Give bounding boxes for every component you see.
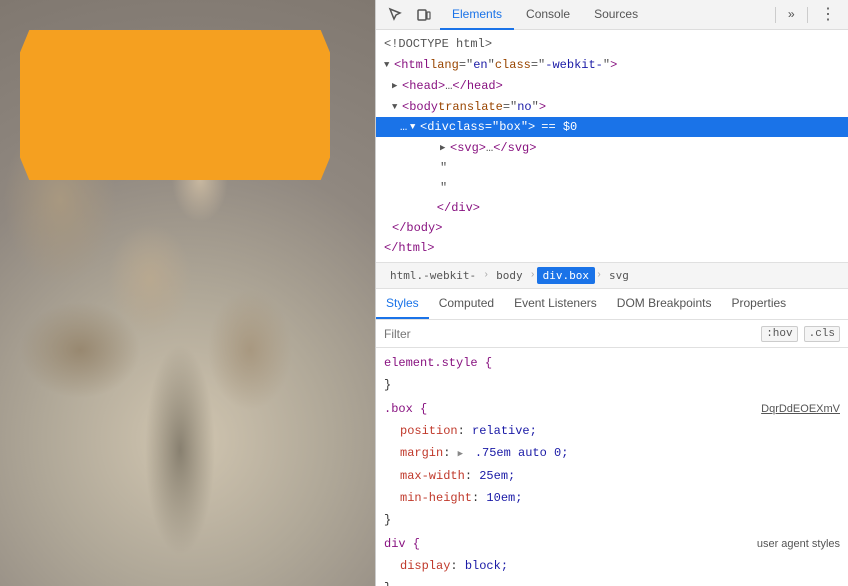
css-rules-panel: element.style { } .box { DqrDdEOEXmV pos… bbox=[376, 348, 848, 586]
selector-box[interactable]: .box { bbox=[384, 402, 427, 416]
rule-box: .box { DqrDdEOEXmV position: relative; m… bbox=[376, 398, 848, 531]
devtools-panel: Elements Console Sources » ⋮ <!DOCTYPE h… bbox=[375, 0, 848, 586]
tab-event-listeners[interactable]: Event Listeners bbox=[504, 289, 607, 319]
svg-triangle bbox=[440, 138, 450, 157]
breadcrumb-body[interactable]: body bbox=[490, 267, 529, 284]
source-user-agent: user agent styles bbox=[757, 535, 840, 553]
filter-input[interactable] bbox=[384, 327, 761, 341]
tab-sources[interactable]: Sources bbox=[582, 0, 650, 30]
selector-element-style[interactable]: element.style { bbox=[384, 356, 492, 370]
selector-div[interactable]: div { bbox=[384, 537, 420, 551]
more-tabs-icon[interactable]: » bbox=[784, 4, 799, 26]
dom-tree: <!DOCTYPE html> <html lang="en" class=" … bbox=[376, 30, 848, 263]
dom-line-close-body[interactable]: </body> bbox=[376, 218, 848, 238]
prop-position[interactable]: position bbox=[384, 424, 458, 438]
filter-actions: :hov .cls bbox=[761, 326, 840, 342]
orange-box bbox=[20, 30, 330, 180]
tab-dom-breakpoints[interactable]: DOM Breakpoints bbox=[607, 289, 722, 319]
dom-line-head[interactable]: <head>…</head> bbox=[376, 75, 848, 96]
devtools-toolbar: Elements Console Sources » ⋮ bbox=[376, 0, 848, 30]
val-display[interactable]: block; bbox=[465, 559, 508, 573]
device-toggle-icon[interactable] bbox=[412, 3, 436, 27]
prop-margin[interactable]: margin bbox=[384, 446, 443, 460]
toolbar-separator bbox=[775, 7, 776, 23]
tab-console[interactable]: Console bbox=[514, 0, 582, 30]
dom-line-svg[interactable]: <svg>…</svg> bbox=[376, 137, 848, 158]
rule-div: div { user agent styles display: block; … bbox=[376, 533, 848, 586]
val-margin[interactable]: .75em auto 0; bbox=[468, 446, 569, 460]
val-min-height[interactable]: 10em; bbox=[486, 491, 522, 505]
dom-line-close-html[interactable]: </html> bbox=[376, 238, 848, 258]
dom-line-doctype[interactable]: <!DOCTYPE html> bbox=[376, 34, 848, 54]
tab-properties[interactable]: Properties bbox=[721, 289, 796, 319]
prop-display[interactable]: display bbox=[384, 559, 450, 573]
dom-line-div-box[interactable]: … ▼ <div class="box" > == $0 bbox=[376, 117, 848, 137]
prop-max-width[interactable]: max-width bbox=[384, 469, 465, 483]
rule-element-style: element.style { } bbox=[376, 352, 848, 396]
devtools-menu-icon[interactable]: ⋮ bbox=[816, 3, 840, 27]
source-link-box[interactable]: DqrDdEOEXmV bbox=[761, 400, 840, 418]
dom-line-body[interactable]: <body translate="no" > bbox=[376, 96, 848, 117]
tab-styles[interactable]: Styles bbox=[376, 289, 429, 319]
devtools-main-tabs: Elements Console Sources bbox=[440, 0, 767, 30]
filter-bar: :hov .cls bbox=[376, 320, 848, 348]
hov-button[interactable]: :hov bbox=[761, 326, 797, 342]
toolbar-separator-2 bbox=[807, 7, 808, 23]
dom-line-html[interactable]: <html lang="en" class=" -webkit-" > bbox=[376, 54, 848, 75]
breadcrumb-html[interactable]: html.-webkit- bbox=[384, 267, 482, 284]
dom-line-text2[interactable]: " bbox=[376, 178, 848, 198]
dom-line-close-div[interactable]: </div> bbox=[376, 198, 848, 218]
head-triangle bbox=[392, 76, 402, 95]
element-picker-icon[interactable] bbox=[384, 3, 408, 27]
styles-tabs: Styles Computed Event Listeners DOM Brea… bbox=[376, 289, 848, 320]
cls-button[interactable]: .cls bbox=[804, 326, 840, 342]
margin-triangle[interactable]: ▶ bbox=[458, 445, 468, 463]
html-triangle bbox=[384, 55, 394, 74]
breadcrumb-svg[interactable]: svg bbox=[603, 267, 635, 284]
val-max-width[interactable]: 25em; bbox=[479, 469, 515, 483]
breadcrumb-divbox[interactable]: div.box bbox=[537, 267, 595, 284]
tab-elements[interactable]: Elements bbox=[440, 0, 514, 30]
filter-input-wrap bbox=[384, 327, 761, 341]
breadcrumb-bar: html.-webkit- › body › div.box › svg bbox=[376, 263, 848, 289]
prop-min-height[interactable]: min-height bbox=[384, 491, 472, 505]
webpage-preview bbox=[0, 0, 375, 586]
val-position[interactable]: relative; bbox=[472, 424, 537, 438]
tab-computed[interactable]: Computed bbox=[429, 289, 504, 319]
body-triangle bbox=[392, 97, 402, 116]
dom-line-text1[interactable]: " bbox=[376, 158, 848, 178]
